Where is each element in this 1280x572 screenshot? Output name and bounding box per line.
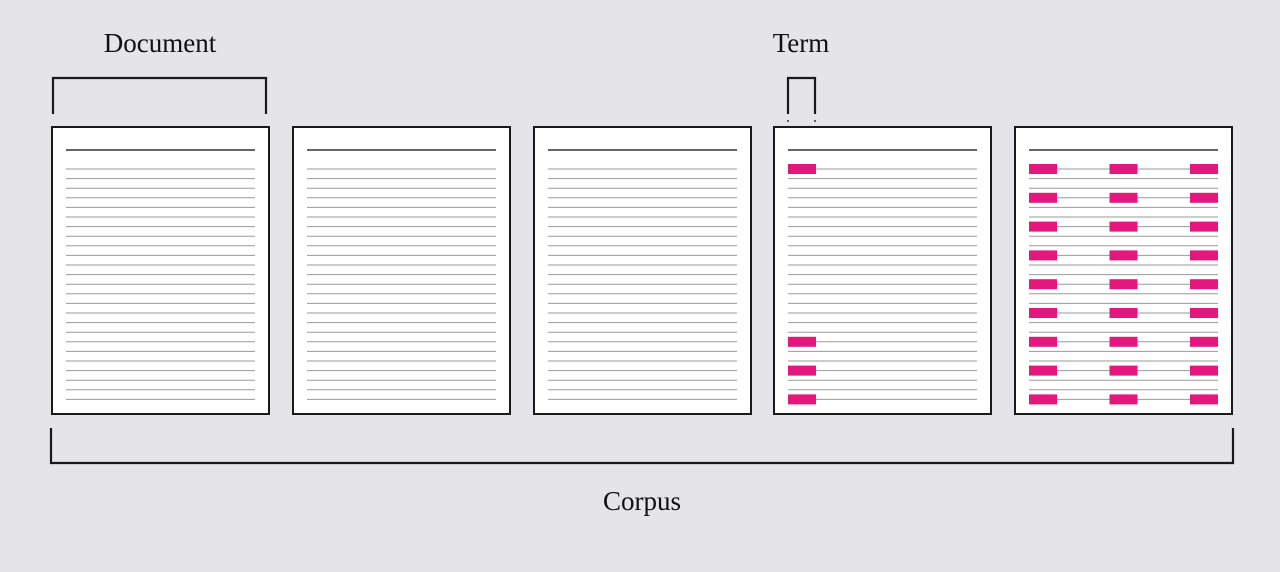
term-highlight <box>788 394 816 405</box>
term-highlight <box>1109 250 1138 261</box>
term-highlight <box>1190 164 1218 174</box>
document-page <box>292 126 511 415</box>
term-highlight <box>1190 394 1218 405</box>
term-highlight <box>1109 308 1138 318</box>
term-highlight <box>1190 336 1218 347</box>
term-highlight <box>1109 192 1138 203</box>
term-highlight <box>1029 221 1057 232</box>
corpus-bracket <box>49 428 1235 465</box>
term-highlight <box>1190 279 1218 290</box>
term-highlight <box>1109 221 1138 232</box>
term-highlight <box>1109 394 1138 405</box>
term-highlight <box>1029 192 1057 203</box>
term-highlight <box>788 365 816 376</box>
term-label: Term <box>773 28 830 58</box>
term-highlight <box>1029 336 1057 347</box>
term-highlight <box>1190 308 1218 318</box>
term-highlight <box>1109 365 1138 376</box>
documents-row <box>51 126 1233 415</box>
document-page <box>533 126 752 415</box>
term-highlight <box>1029 250 1057 261</box>
term-highlight <box>1190 221 1218 232</box>
document-page <box>51 126 270 415</box>
corpus-diagram: Document Term Corpus <box>49 28 1235 516</box>
term-highlight <box>1190 192 1218 203</box>
term-highlight <box>1190 250 1218 261</box>
term-highlight <box>1190 365 1218 376</box>
term-highlight <box>788 336 816 347</box>
term-highlight <box>1029 308 1057 318</box>
corpus-label: Corpus <box>603 486 681 516</box>
term-highlight <box>1109 164 1138 174</box>
term-highlight <box>1109 336 1138 347</box>
term-bracket <box>786 76 817 114</box>
term-highlight <box>1029 365 1057 376</box>
term-highlight <box>1029 164 1057 174</box>
document-page <box>773 126 992 415</box>
document-bracket <box>51 76 268 114</box>
term-highlight <box>1029 394 1057 405</box>
term-highlight <box>1109 279 1138 290</box>
term-highlight <box>1029 279 1057 290</box>
term-highlight <box>788 164 816 174</box>
document-page <box>1014 126 1233 415</box>
document-label: Document <box>104 28 217 58</box>
